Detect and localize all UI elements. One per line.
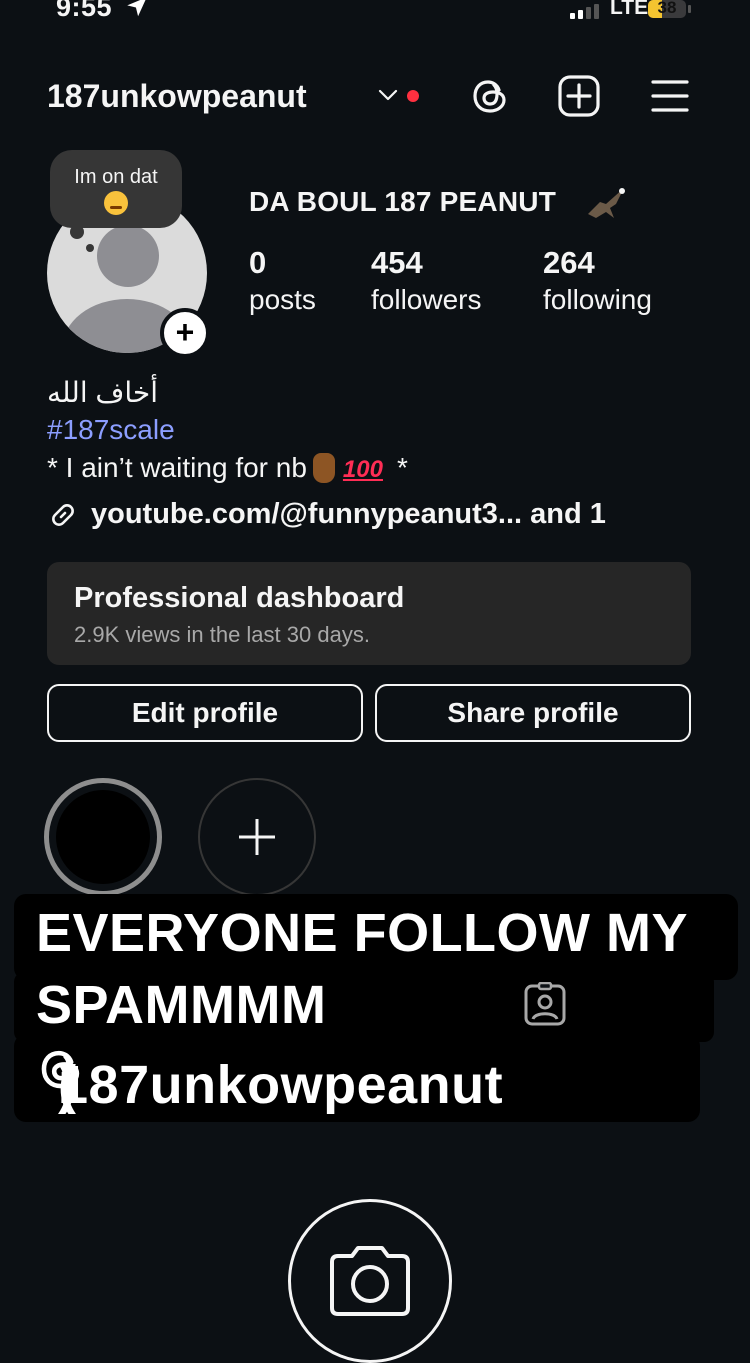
note-text: Im on dat: [74, 166, 158, 188]
menu-icon[interactable]: [650, 74, 690, 118]
eagle-icon: [588, 188, 625, 218]
story-highlight[interactable]: [44, 778, 162, 896]
network-type: LTE: [610, 0, 649, 19]
battery-tip: [688, 5, 691, 13]
dashboard-title: Professional dashboard: [74, 582, 405, 614]
overlay-text-line-1: EVERYONE FOLLOW MY: [14, 894, 738, 980]
following-count[interactable]: 264: [543, 245, 595, 281]
share-profile-button[interactable]: Share profile: [375, 684, 691, 742]
bio-arabic-line: أخاف الله: [47, 377, 159, 408]
new-post-icon[interactable]: [557, 74, 601, 118]
professional-dashboard[interactable]: Professional dashboard 2.9K views in the…: [47, 562, 691, 665]
new-highlight-button[interactable]: [198, 778, 316, 896]
posts-count: 0: [249, 245, 267, 280]
following-label[interactable]: following: [543, 284, 652, 316]
bio-line-3: * I ain’t waiting for nb 100 *: [47, 452, 408, 483]
chevron-down-icon[interactable]: [378, 88, 398, 102]
hundred-points-icon: 100: [342, 456, 383, 483]
edit-profile-button[interactable]: Edit profile: [47, 684, 363, 742]
battery-icon: 38: [648, 0, 686, 18]
overlay-text-line-2: SPAMMMM: [14, 972, 714, 1042]
dashboard-subtitle: 2.9K views in the last 30 days.: [74, 622, 370, 647]
status-time: 9:55: [56, 0, 113, 22]
plus-icon: [239, 819, 275, 855]
angry-face-icon: [104, 191, 128, 215]
bio-link-text[interactable]: youtube.com/@funnypeanut3... and 1: [91, 498, 606, 531]
middle-finger-icon: [312, 453, 335, 483]
followers-count[interactable]: 454: [371, 245, 423, 281]
bio-hashtag[interactable]: #187scale: [47, 414, 175, 446]
followers-label[interactable]: followers: [371, 284, 481, 316]
contact-icon[interactable]: [520, 982, 570, 1028]
notification-dot: [407, 90, 419, 102]
navigation-arrow-icon: [127, 0, 146, 17]
bio-link[interactable]: youtube.com/@funnypeanut3... and 1: [47, 498, 606, 531]
signal-strength-icon: [570, 4, 599, 19]
note-bubble[interactable]: Im on dat: [50, 150, 182, 228]
profile-display-name: DA BOUL 187 PEANUT: [249, 186, 556, 217]
camera-icon: [330, 1246, 410, 1316]
note-bubble-tail-small: [86, 244, 94, 252]
posts-label: posts: [249, 284, 316, 315]
account-switcher-username[interactable]: 187unkowpeanut: [47, 78, 307, 115]
add-story-button[interactable]: +: [160, 308, 210, 358]
link-icon: [52, 503, 74, 526]
overlay-text-line-3: ( 187unkowpeanut ): [14, 1034, 700, 1122]
empty-posts-camera-button[interactable]: [288, 1199, 452, 1363]
threads-icon[interactable]: [468, 74, 512, 118]
